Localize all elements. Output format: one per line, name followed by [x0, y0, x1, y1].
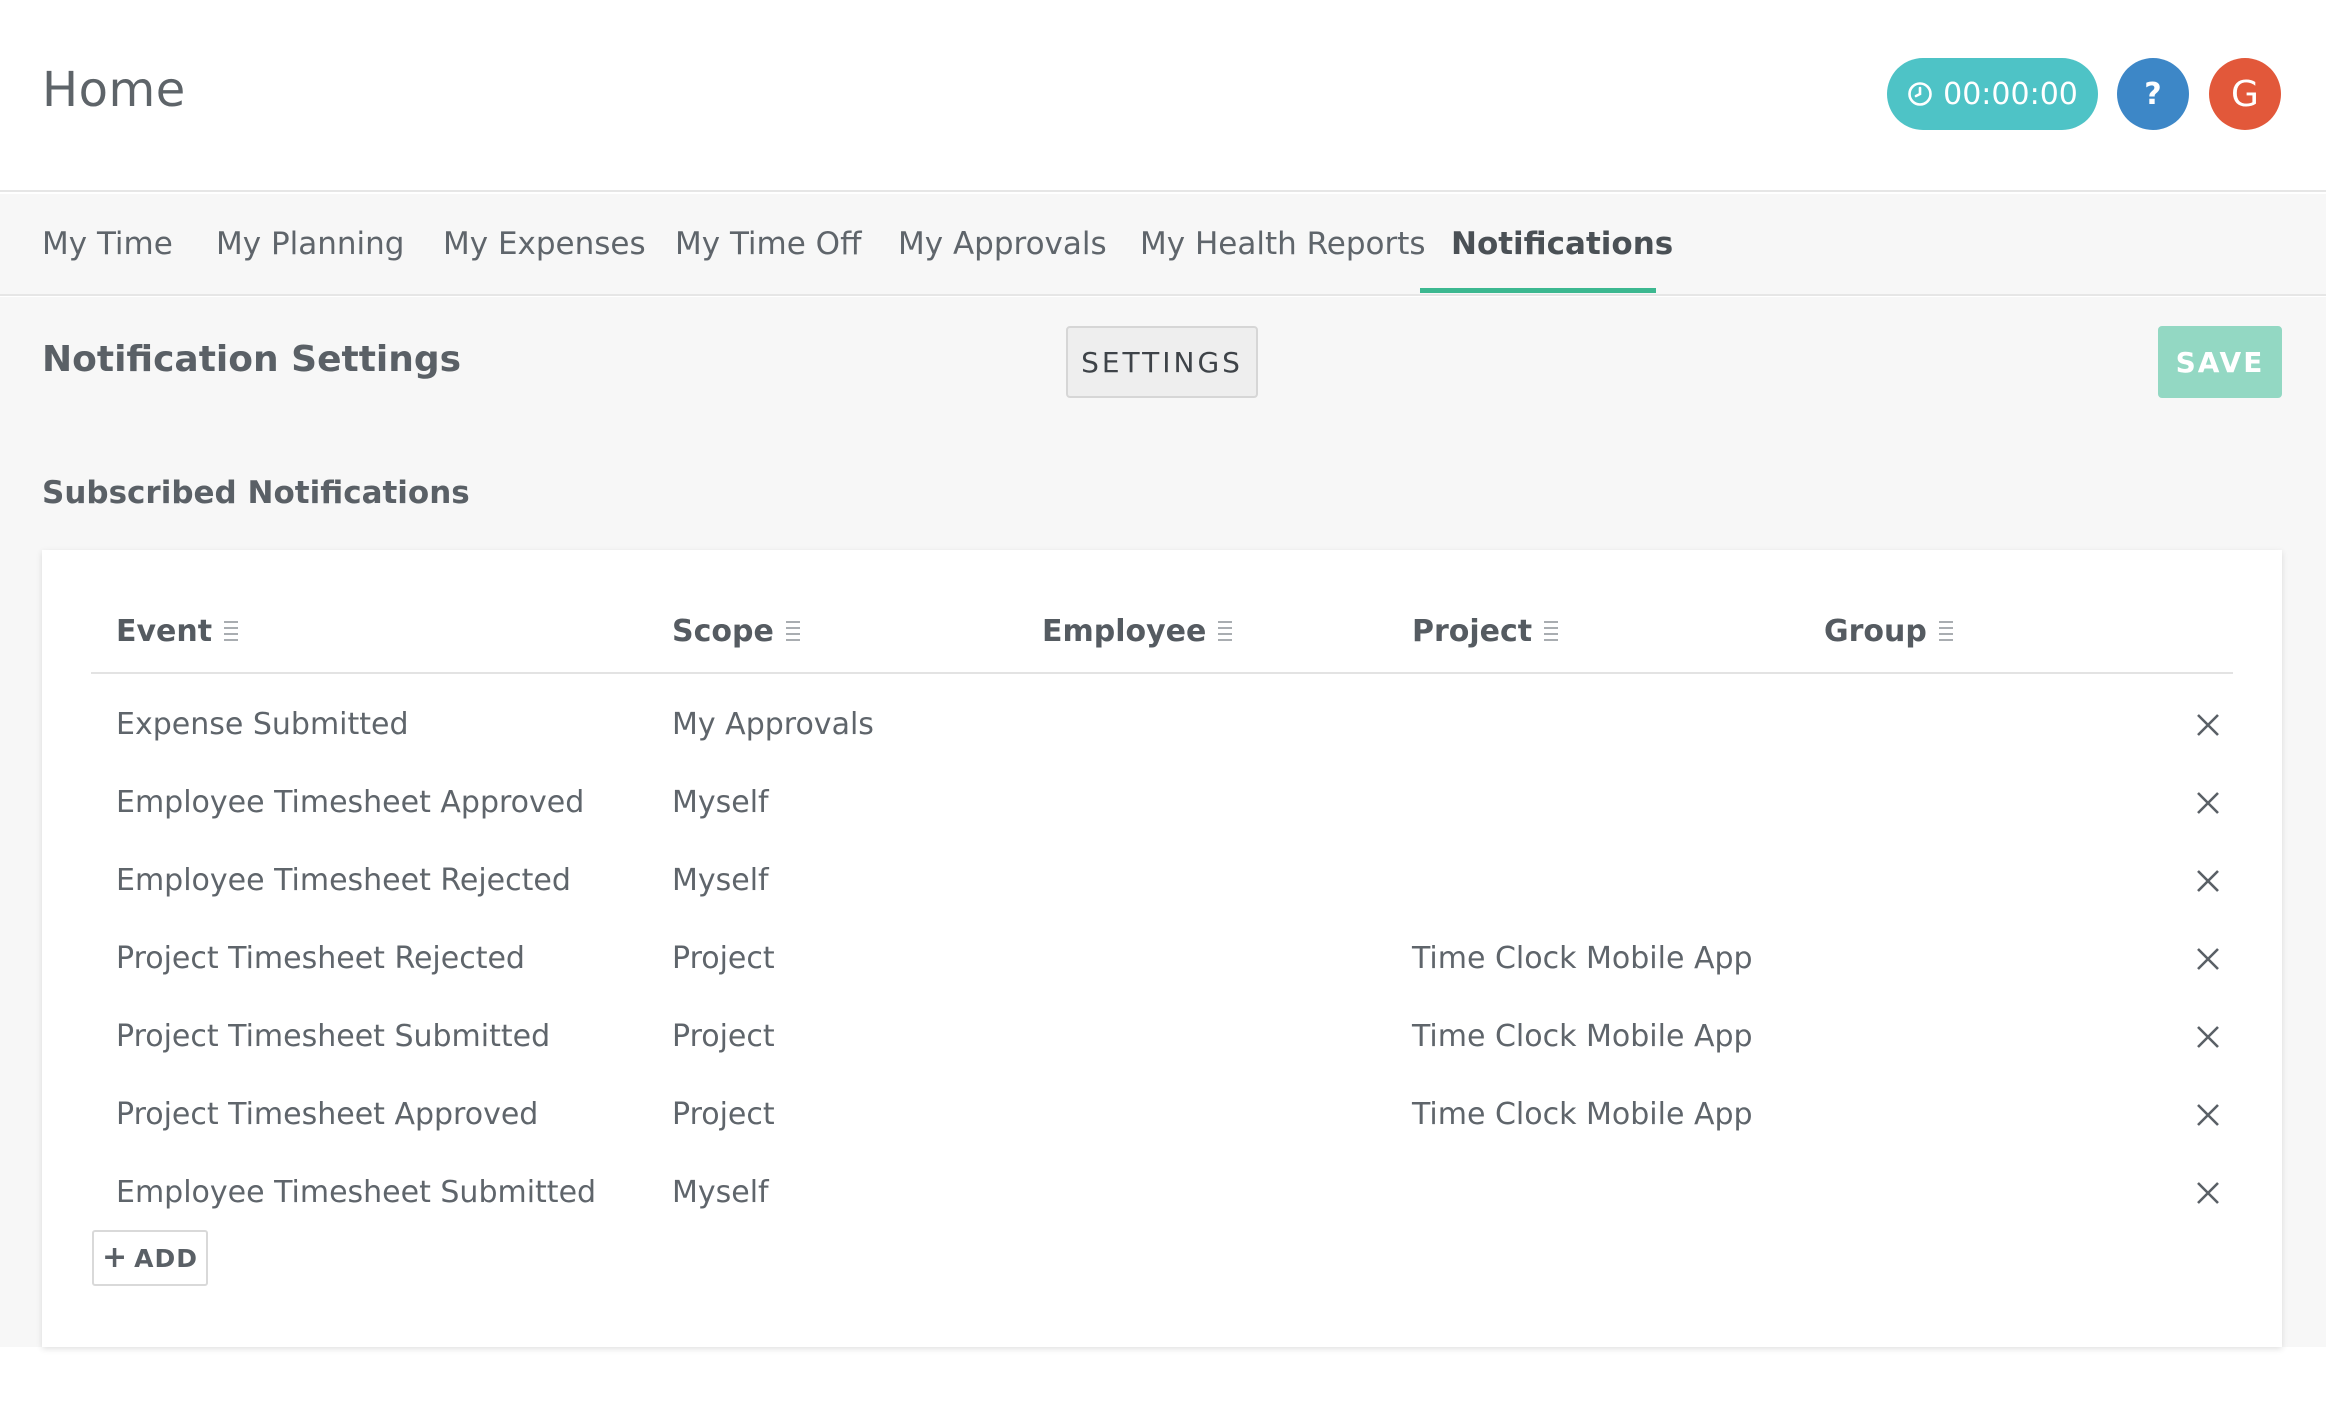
scope-cell: Project [672, 1097, 775, 1132]
scope-cell: Myself [672, 863, 769, 898]
close-icon[interactable] [2193, 788, 2223, 818]
close-icon[interactable] [2193, 944, 2223, 974]
clock-icon [1908, 82, 1932, 106]
table-row: Employee Timesheet Rejected Myself [91, 842, 2233, 920]
tab-my-time-off[interactable]: My Time Off [675, 194, 861, 294]
header: Home 00:00:00 ? G [0, 0, 2326, 192]
table-row: Employee Timesheet Submitted Myself [91, 1154, 2233, 1232]
subsection-title: Subscribed Notifications [42, 475, 470, 511]
help-icon: ? [2144, 76, 2162, 112]
scope-cell: Project [672, 1019, 775, 1054]
avatar-initial: G [2231, 73, 2259, 115]
project-cell: Time Clock Mobile App [1412, 941, 1753, 976]
close-icon[interactable] [2193, 866, 2223, 896]
close-icon[interactable] [2193, 1022, 2223, 1052]
event-cell: Employee Timesheet Approved [116, 785, 585, 820]
column-header-label: Scope [672, 614, 774, 649]
event-cell: Project Timesheet Rejected [116, 941, 525, 976]
table-row: Project Timesheet Submitted Project Time… [91, 998, 2233, 1076]
close-icon[interactable] [2193, 1100, 2223, 1130]
tab-bar: My Time My Planning My Expenses My Time … [0, 194, 2326, 296]
add-label: ADD [134, 1243, 198, 1273]
add-notification-button[interactable]: + ADD [92, 1230, 208, 1286]
plus-icon: + [102, 1240, 129, 1275]
table-row: Expense Submitted My Approvals [91, 686, 2233, 764]
column-header-project[interactable]: Project [1412, 614, 1559, 649]
scope-cell: My Approvals [672, 707, 874, 742]
table-header: Event Scope Employee Project Group [91, 550, 2233, 674]
app: Home 00:00:00 ? G My Time My Planning My… [0, 0, 2326, 1422]
column-header-group[interactable]: Group [1824, 614, 1953, 649]
column-header-scope[interactable]: Scope [672, 614, 800, 649]
column-menu-icon[interactable] [785, 620, 800, 643]
avatar[interactable]: G [2209, 58, 2281, 130]
column-header-label: Employee [1042, 614, 1207, 649]
scope-cell: Myself [672, 785, 769, 820]
timer-value: 00:00:00 [1943, 76, 2078, 112]
scope-cell: Myself [672, 1175, 769, 1210]
column-menu-icon[interactable] [1938, 620, 1953, 643]
tab-my-health-reports[interactable]: My Health Reports [1140, 194, 1426, 294]
tab-notifications[interactable]: Notifications [1451, 194, 1673, 294]
section-title: Notification Settings [42, 339, 462, 380]
main-content: Notification Settings SETTINGS SAVE Subs… [0, 297, 2326, 1347]
event-cell: Employee Timesheet Rejected [116, 863, 571, 898]
column-header-label: Project [1412, 614, 1533, 649]
timer-button[interactable]: 00:00:00 [1887, 58, 2098, 130]
column-header-label: Group [1824, 614, 1927, 649]
column-header-label: Event [116, 614, 213, 649]
active-tab-indicator [1420, 288, 1656, 293]
tab-my-time[interactable]: My Time [42, 194, 173, 294]
close-icon[interactable] [2193, 710, 2223, 740]
event-cell: Expense Submitted [116, 707, 409, 742]
column-menu-icon[interactable] [1544, 620, 1559, 643]
column-header-employee[interactable]: Employee [1042, 614, 1233, 649]
event-cell: Project Timesheet Submitted [116, 1019, 551, 1054]
close-icon[interactable] [2193, 1178, 2223, 1208]
settings-button[interactable]: SETTINGS [1066, 326, 1258, 398]
notifications-table-card: Event Scope Employee Project Group Expen… [42, 550, 2282, 1347]
page-title: Home [42, 62, 186, 118]
help-button[interactable]: ? [2117, 58, 2189, 130]
tab-my-approvals[interactable]: My Approvals [898, 194, 1107, 294]
column-menu-icon[interactable] [224, 620, 239, 643]
tab-my-expenses[interactable]: My Expenses [443, 194, 646, 294]
project-cell: Time Clock Mobile App [1412, 1019, 1753, 1054]
table-row: Project Timesheet Approved Project Time … [91, 1076, 2233, 1154]
tab-my-planning[interactable]: My Planning [216, 194, 404, 294]
column-header-event[interactable]: Event [116, 614, 239, 649]
project-cell: Time Clock Mobile App [1412, 1097, 1753, 1132]
event-cell: Employee Timesheet Submitted [116, 1175, 597, 1210]
scope-cell: Project [672, 941, 775, 976]
event-cell: Project Timesheet Approved [116, 1097, 539, 1132]
column-menu-icon[interactable] [1218, 620, 1233, 643]
save-button[interactable]: SAVE [2158, 326, 2282, 398]
table-row: Project Timesheet Rejected Project Time … [91, 920, 2233, 998]
table-row: Employee Timesheet Approved Myself [91, 764, 2233, 842]
